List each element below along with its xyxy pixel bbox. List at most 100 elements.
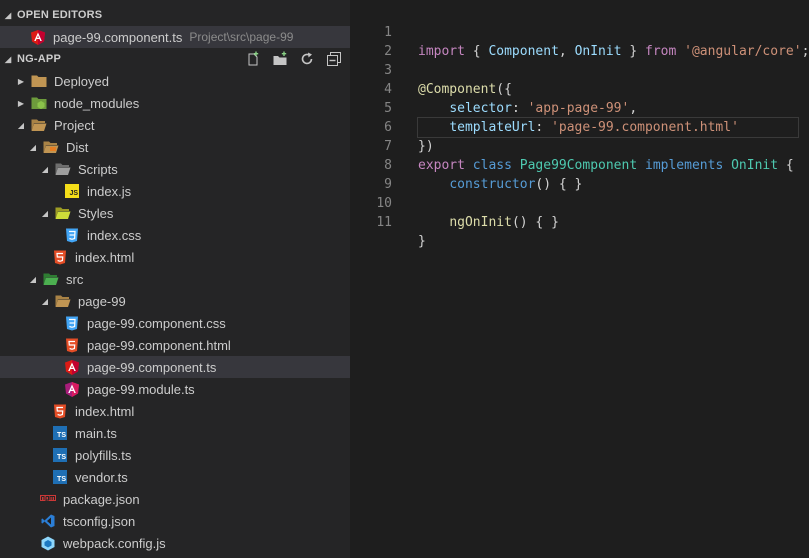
npm-icon <box>40 491 56 507</box>
tree-item-src-index-html[interactable]: index.html <box>0 400 350 422</box>
tree-item-index-js[interactable]: JS index.js <box>0 180 350 202</box>
code-line: 3 @Component({ <box>350 42 809 97</box>
tree-item-label: tsconfig.json <box>63 513 136 529</box>
dist-folder-icon <box>43 139 59 155</box>
tree-item-project[interactable]: ◢ Project <box>0 114 350 136</box>
tree-item-dist[interactable]: ◢ Dist <box>0 136 350 158</box>
tree-item-module-ts[interactable]: page-99.module.ts <box>0 378 350 400</box>
node-folder-icon <box>31 95 47 111</box>
code-line: 9 <box>350 156 809 192</box>
code-line: 6 }) <box>350 99 809 154</box>
chevron-down-icon: ◢ <box>41 208 49 218</box>
code-line: 7 export class Page99Component implement… <box>350 118 809 173</box>
code-line: 10 ngOnInit() { } <box>350 175 809 230</box>
tree-item-page-99[interactable]: ◢ page-99 <box>0 290 350 312</box>
scripts-folder-icon <box>55 161 71 177</box>
chevron-down-icon: ◢ <box>5 54 12 64</box>
tree-item-label: index.css <box>87 227 142 243</box>
new-file-icon[interactable] <box>245 51 261 67</box>
open-editors-title: OPEN EDITORS <box>17 9 103 21</box>
chevron-right-icon: ▶ <box>17 76 25 86</box>
css-icon <box>64 315 80 331</box>
tree-item-vendor-ts[interactable]: TS vendor.ts <box>0 466 350 488</box>
code-line-current: 5 templateUrl: 'page-99.component.html' <box>350 80 809 138</box>
tree-item-label: package.json <box>63 491 140 507</box>
tree-item-label: index.js <box>87 183 132 199</box>
refresh-icon[interactable] <box>299 51 315 67</box>
typescript-icon: TS <box>52 469 68 485</box>
tree-item-label: main.ts <box>75 425 117 441</box>
open-editors-header[interactable]: ◢ OPEN EDITORS <box>0 4 350 26</box>
tree-item-label: page-99.component.css <box>87 315 226 331</box>
tree-item-component-html[interactable]: page-99.component.html <box>0 334 350 356</box>
webpack-icon <box>40 535 56 551</box>
tree-item-polyfills-ts[interactable]: TS polyfills.ts <box>0 444 350 466</box>
code-text: ngOnInit() { } <box>449 215 559 230</box>
chevron-right-icon: ▶ <box>17 98 25 108</box>
tree-item-label: page-99.component.ts <box>87 359 217 375</box>
tree-item-webpack-config[interactable]: webpack.config.js <box>0 532 350 554</box>
javascript-icon: JS <box>64 183 80 199</box>
tree-item-scripts[interactable]: ◢ Scripts <box>0 158 350 180</box>
html-icon <box>52 403 68 419</box>
folder-open-icon <box>55 293 71 309</box>
code-line: 8 constructor() { } <box>350 137 809 192</box>
tree-item-styles[interactable]: ◢ Styles <box>0 202 350 224</box>
typescript-icon: TS <box>52 447 68 463</box>
chevron-down-icon: ◢ <box>29 274 37 284</box>
tree-item-tsconfig-json[interactable]: tsconfig.json <box>0 510 350 532</box>
folder-icon <box>31 73 47 89</box>
code-line: 11 } <box>350 194 809 249</box>
tree-item-label: Dist <box>66 139 89 155</box>
code-editor[interactable]: 1 import { Component, OnInit } from '@an… <box>350 0 809 558</box>
angular-icon <box>64 359 80 375</box>
chevron-down-icon: ◢ <box>41 296 49 306</box>
tree-item-label: Styles <box>78 205 114 221</box>
vscode-icon <box>40 513 56 529</box>
tree-item-label: vendor.ts <box>75 469 128 485</box>
tree-item-label: page-99.module.ts <box>87 381 195 397</box>
tree-item-main-ts[interactable]: TS main.ts <box>0 422 350 444</box>
tree-item-dist-index-html[interactable]: index.html <box>0 246 350 268</box>
code-line: 2 <box>350 23 809 59</box>
explorer-actions <box>245 51 342 67</box>
tree-item-label: index.html <box>75 249 135 265</box>
tree-item-package-json[interactable]: package.json <box>0 488 350 510</box>
line-number: 11 <box>376 215 392 230</box>
chevron-down-icon: ◢ <box>41 164 49 174</box>
tree-item-src[interactable]: ◢ src <box>0 268 350 290</box>
explorer-sidebar: ◢ OPEN EDITORS page-99.component.ts Proj… <box>0 0 350 558</box>
code-text: } <box>418 234 426 249</box>
code-line: 4 selector: 'app-page-99', <box>350 61 809 116</box>
styles-folder-icon <box>55 205 71 221</box>
html-icon <box>64 337 80 353</box>
tree-item-index-css[interactable]: index.css <box>0 224 350 246</box>
html-icon <box>52 249 68 265</box>
tree-item-label: src <box>66 271 84 287</box>
chevron-down-icon: ◢ <box>17 120 25 130</box>
tree-item-node-modules[interactable]: ▶ node_modules <box>0 92 350 114</box>
css-icon <box>64 227 80 243</box>
angular-icon <box>30 29 46 45</box>
tree-item-deployed[interactable]: ▶ Deployed <box>0 70 350 92</box>
collapse-all-icon[interactable] <box>326 51 342 67</box>
new-folder-icon[interactable] <box>272 51 288 67</box>
src-folder-icon <box>43 271 59 287</box>
tree-item-label: node_modules <box>54 95 140 111</box>
tree-item-label: index.html <box>75 403 135 419</box>
open-editor-item[interactable]: page-99.component.ts Project\src\page-99 <box>0 26 350 48</box>
chevron-down-icon: ◢ <box>29 142 37 152</box>
tree-item-label: polyfills.ts <box>75 447 132 463</box>
tree-item-label: webpack.config.js <box>63 535 166 551</box>
tree-item-label: page-99 <box>78 293 126 309</box>
folder-open-icon <box>31 117 47 133</box>
tree-item-component-css[interactable]: page-99.component.css <box>0 312 350 334</box>
tree-item-component-ts[interactable]: page-99.component.ts <box>0 356 350 378</box>
tree-item-label: Scripts <box>78 161 118 177</box>
open-editor-path: Project\src\page-99 <box>189 30 294 44</box>
open-editor-label: page-99.component.ts <box>53 29 183 45</box>
workspace-header[interactable]: ◢ NG-APP <box>0 48 350 70</box>
tree-item-label: page-99.component.html <box>87 337 231 353</box>
tree-item-label: Project <box>54 117 95 133</box>
code-line: 1 import { Component, OnInit } from '@an… <box>350 4 809 59</box>
